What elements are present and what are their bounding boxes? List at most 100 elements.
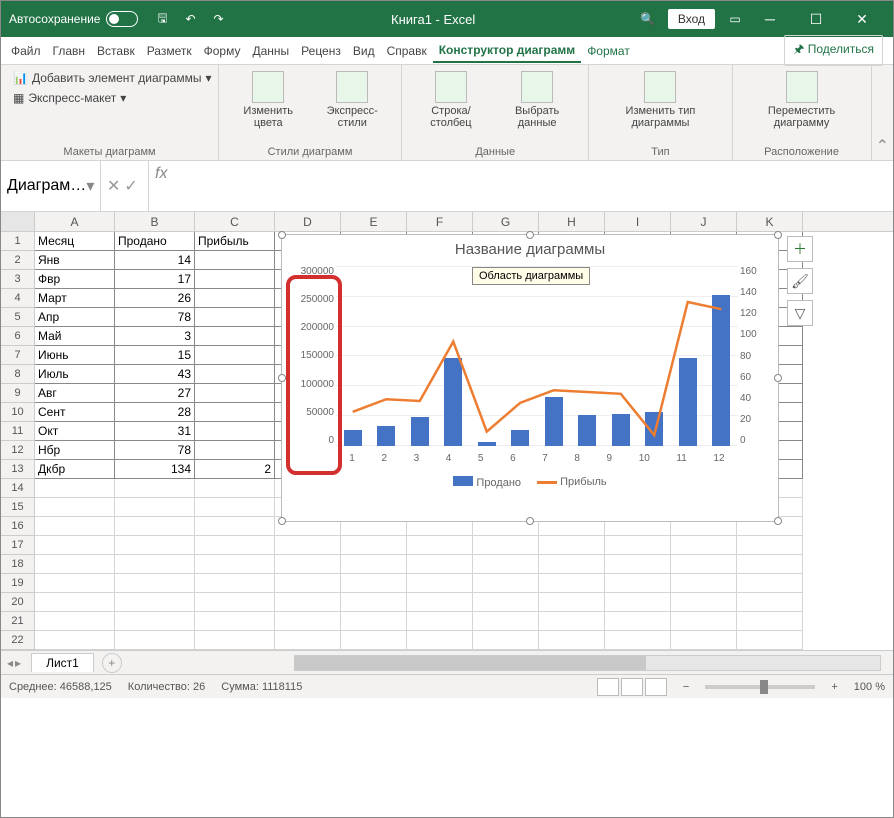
cell[interactable]: 78: [115, 441, 195, 460]
col-header[interactable]: C: [195, 212, 275, 231]
cell[interactable]: [407, 593, 473, 612]
cell[interactable]: [671, 612, 737, 631]
cell[interactable]: [195, 593, 275, 612]
ribbon-options-icon[interactable]: ▭: [723, 7, 747, 31]
cell[interactable]: [407, 555, 473, 574]
cell[interactable]: [195, 327, 275, 346]
tab-home[interactable]: Главн: [47, 40, 92, 62]
cell[interactable]: [195, 498, 275, 517]
col-header[interactable]: B: [115, 212, 195, 231]
col-header[interactable]: G: [473, 212, 539, 231]
cell[interactable]: 27: [115, 384, 195, 403]
toggle-icon[interactable]: [106, 11, 138, 27]
cell[interactable]: [275, 593, 341, 612]
worksheet[interactable]: ABCDEFGHIJK 1234567891011121314151617181…: [1, 212, 893, 650]
login-button[interactable]: Вход: [668, 9, 715, 29]
cell[interactable]: [35, 536, 115, 555]
row-header[interactable]: 9: [1, 384, 34, 403]
cell[interactable]: [115, 612, 195, 631]
row-header[interactable]: 16: [1, 517, 34, 536]
row-header[interactable]: 7: [1, 346, 34, 365]
selection-handle[interactable]: [278, 231, 286, 239]
selection-handle[interactable]: [774, 231, 782, 239]
cell[interactable]: [671, 593, 737, 612]
cell[interactable]: [341, 574, 407, 593]
cell[interactable]: [539, 574, 605, 593]
cell[interactable]: [195, 574, 275, 593]
cell[interactable]: Июнь: [35, 346, 115, 365]
cell[interactable]: 3: [115, 327, 195, 346]
cell[interactable]: [737, 593, 803, 612]
page-layout-view-button[interactable]: [621, 678, 643, 696]
col-header[interactable]: I: [605, 212, 671, 231]
cell[interactable]: 15: [115, 346, 195, 365]
chart-object[interactable]: Название диаграммы Область диаграммы 300…: [281, 234, 779, 522]
cancel-fx-icon[interactable]: ✕: [107, 176, 120, 196]
undo-icon[interactable]: ↶: [178, 7, 202, 31]
x-axis[interactable]: 123456789101112: [336, 453, 738, 464]
cell[interactable]: [195, 289, 275, 308]
cell[interactable]: [195, 555, 275, 574]
cell[interactable]: [35, 593, 115, 612]
cell[interactable]: [473, 593, 539, 612]
cell[interactable]: Авг: [35, 384, 115, 403]
cell[interactable]: [473, 555, 539, 574]
col-header[interactable]: K: [737, 212, 803, 231]
cell[interactable]: [115, 574, 195, 593]
tab-help[interactable]: Справк: [381, 40, 433, 62]
cell[interactable]: [737, 612, 803, 631]
search-icon[interactable]: 🔍: [636, 7, 660, 31]
cell[interactable]: [195, 517, 275, 536]
cell[interactable]: [341, 536, 407, 555]
cell[interactable]: 28: [115, 403, 195, 422]
row-header[interactable]: 13: [1, 460, 34, 479]
row-header[interactable]: 3: [1, 270, 34, 289]
collapse-ribbon-icon[interactable]: ⌃: [876, 136, 889, 156]
cell[interactable]: [195, 422, 275, 441]
cell[interactable]: [737, 536, 803, 555]
cell[interactable]: [605, 536, 671, 555]
row-header[interactable]: 5: [1, 308, 34, 327]
tab-review[interactable]: Реценз: [295, 40, 347, 62]
cell[interactable]: [473, 536, 539, 555]
cell[interactable]: [35, 517, 115, 536]
cell[interactable]: Апр: [35, 308, 115, 327]
selection-handle[interactable]: [774, 517, 782, 525]
cell[interactable]: [195, 403, 275, 422]
cell[interactable]: Дкбр: [35, 460, 115, 479]
cell[interactable]: [473, 574, 539, 593]
zoom-slider[interactable]: [705, 685, 815, 689]
cell[interactable]: [195, 308, 275, 327]
cell[interactable]: Сент: [35, 403, 115, 422]
cell[interactable]: [473, 631, 539, 650]
cell[interactable]: [35, 631, 115, 650]
horizontal-scrollbar[interactable]: [294, 655, 881, 671]
chart-filters-button[interactable]: ▽: [787, 300, 813, 326]
selection-handle[interactable]: [774, 374, 782, 382]
chart-elements-button[interactable]: ＋: [787, 236, 813, 262]
cell[interactable]: 17: [115, 270, 195, 289]
cell[interactable]: [275, 555, 341, 574]
cell[interactable]: [115, 498, 195, 517]
cell[interactable]: Май: [35, 327, 115, 346]
row-header[interactable]: 18: [1, 555, 34, 574]
tab-layout[interactable]: Разметк: [141, 40, 198, 62]
normal-view-button[interactable]: [597, 678, 619, 696]
redo-icon[interactable]: ↷: [206, 7, 230, 31]
formula-input[interactable]: [173, 161, 893, 211]
cell[interactable]: [341, 555, 407, 574]
cell[interactable]: [671, 536, 737, 555]
cell[interactable]: Нбр: [35, 441, 115, 460]
cell[interactable]: [737, 574, 803, 593]
row-header[interactable]: 14: [1, 479, 34, 498]
chart-plot-area[interactable]: 300000250000200000150000100000500000 160…: [336, 266, 738, 446]
col-header[interactable]: H: [539, 212, 605, 231]
cell[interactable]: [275, 574, 341, 593]
change-chart-type-button[interactable]: Изменить тип диаграммы: [597, 69, 723, 131]
cell[interactable]: 43: [115, 365, 195, 384]
cell[interactable]: [275, 536, 341, 555]
cell[interactable]: [35, 612, 115, 631]
tab-format[interactable]: Формат: [581, 40, 636, 62]
cell[interactable]: [539, 536, 605, 555]
move-chart-button[interactable]: Переместить диаграмму: [741, 69, 863, 131]
